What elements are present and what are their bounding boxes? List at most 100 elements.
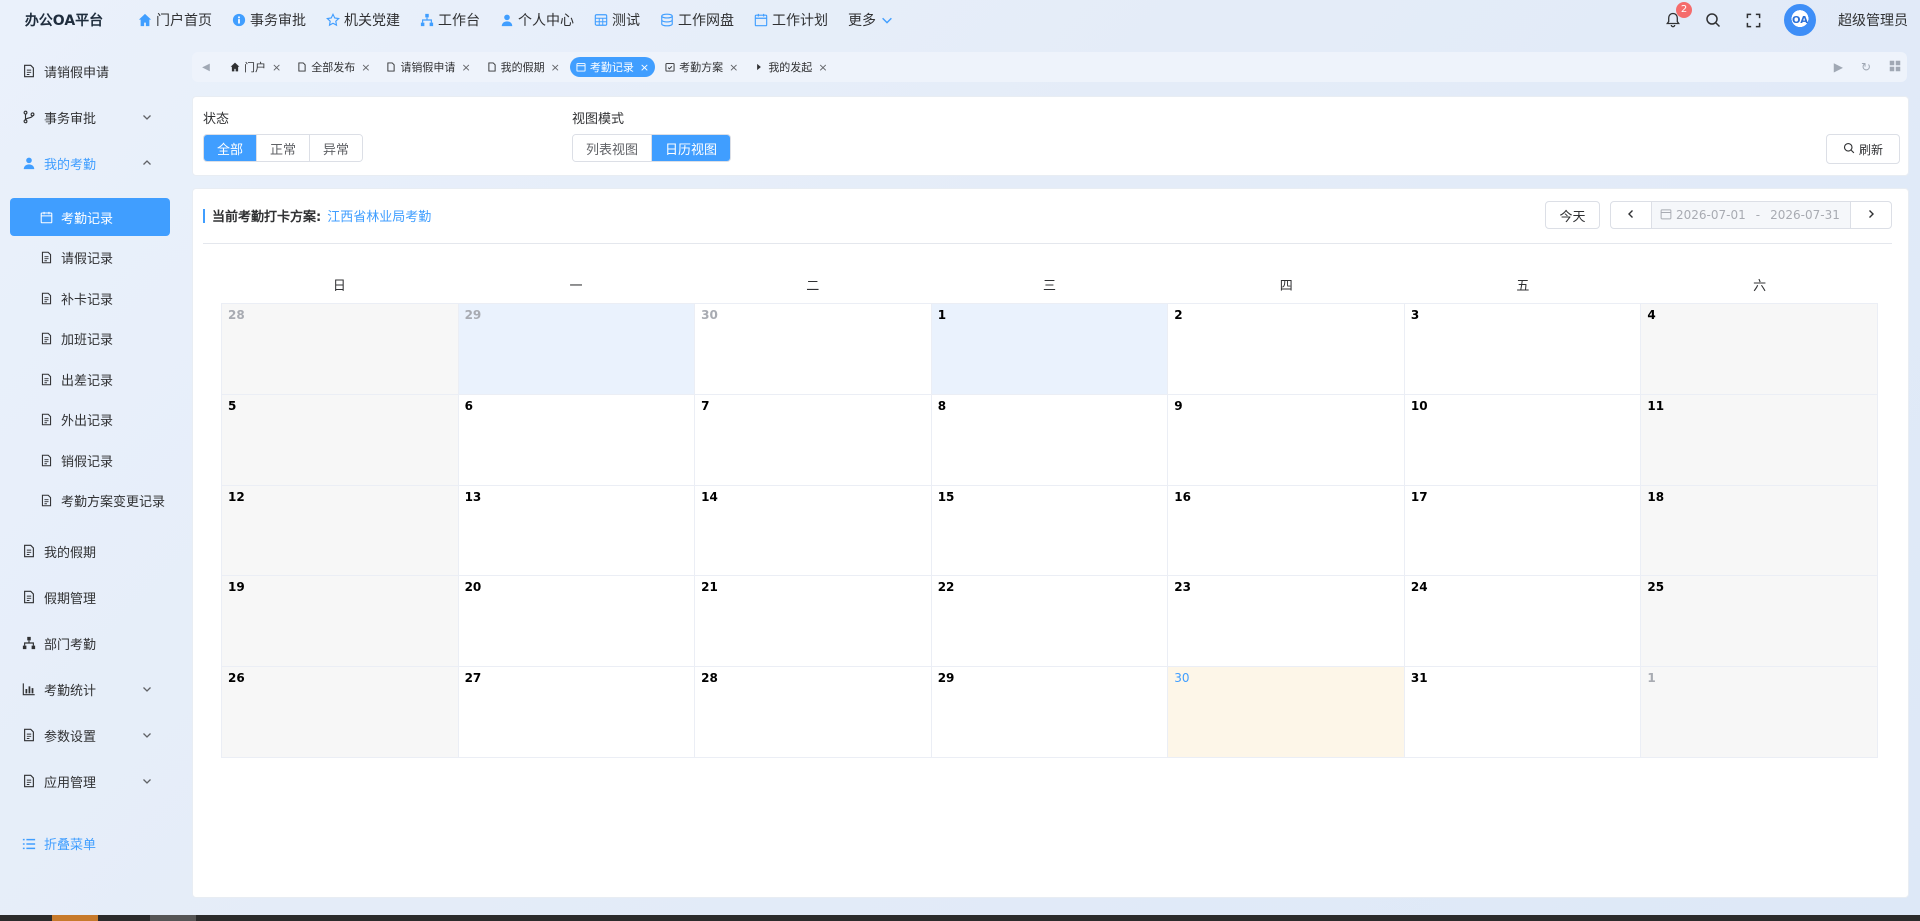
- topnav-more[interactable]: 更多: [838, 0, 904, 40]
- calendar-day[interactable]: 14: [695, 485, 932, 577]
- calendar-day[interactable]: 28: [695, 667, 932, 758]
- scheme-value[interactable]: 江西省林业局考勤: [327, 206, 431, 225]
- topnav-party-building[interactable]: 机关党建: [316, 0, 410, 40]
- tab-portal[interactable]: 门户 ×: [224, 57, 287, 77]
- calendar-day[interactable]: 31: [1404, 667, 1642, 758]
- tab-scroll-left-icon[interactable]: ◀: [192, 52, 220, 82]
- status-normal-button[interactable]: 正常: [257, 135, 311, 161]
- list-view-button[interactable]: 列表视图: [573, 135, 653, 161]
- sidebar-item-attendance-stats[interactable]: 考勤统计: [0, 669, 180, 709]
- calendar-day-today[interactable]: 30: [1168, 667, 1405, 758]
- close-icon[interactable]: ×: [551, 61, 560, 74]
- calendar-day[interactable]: 23: [1168, 576, 1405, 668]
- tab-all-publish[interactable]: 全部发布 ×: [291, 57, 376, 77]
- calendar-day[interactable]: 22: [931, 576, 1169, 668]
- close-icon[interactable]: ×: [272, 61, 281, 74]
- calendar-day[interactable]: 13: [458, 485, 696, 577]
- sidebar-subitem-scheme-change-records[interactable]: 考勤方案变更记录: [10, 481, 170, 519]
- next-month-button[interactable]: [1850, 201, 1892, 229]
- calendar-day[interactable]: 1: [931, 304, 1169, 395]
- sidebar-subitem-business-trip-records[interactable]: 出差记录: [10, 360, 170, 398]
- chevron-down-icon: [142, 683, 152, 693]
- calendar-day[interactable]: 19: [222, 576, 459, 668]
- close-icon[interactable]: ×: [818, 61, 827, 74]
- refresh-tab-icon[interactable]: ↻: [1861, 60, 1871, 74]
- calendar-day[interactable]: 26: [222, 667, 459, 758]
- calendar-day[interactable]: 27: [458, 667, 696, 758]
- calendar-day[interactable]: 29: [458, 304, 696, 395]
- avatar[interactable]: OA: [1784, 4, 1816, 36]
- calendar-day[interactable]: 30: [695, 304, 932, 395]
- topnav-cloud-drive[interactable]: 工作网盘: [650, 0, 744, 40]
- calendar-day[interactable]: 6: [458, 394, 696, 486]
- topnav-personal-center[interactable]: 个人中心: [490, 0, 584, 40]
- calendar-day[interactable]: 12: [222, 485, 459, 577]
- calendar-day[interactable]: 18: [1641, 485, 1878, 577]
- calendar-view-button[interactable]: 日历视图: [652, 135, 731, 161]
- topnav-test[interactable]: 测试: [584, 0, 650, 40]
- username[interactable]: 超级管理员: [1838, 10, 1908, 30]
- star-icon: [326, 13, 340, 27]
- sidebar-subitem-attendance-records[interactable]: 考勤记录: [10, 198, 170, 236]
- search-icon[interactable]: [1704, 11, 1722, 29]
- sidebar-subitem-label: 销假记录: [61, 454, 114, 470]
- sidebar-subitem-outing-records[interactable]: 外出记录: [10, 400, 170, 438]
- sidebar-item-department-attendance[interactable]: 部门考勤: [0, 623, 180, 663]
- document-icon: [40, 454, 53, 467]
- calendar-day[interactable]: 21: [695, 576, 932, 668]
- tab-scroll-right-icon[interactable]: ▶: [1834, 60, 1843, 74]
- tab-my-initiated[interactable]: 我的发起 ×: [748, 57, 833, 77]
- close-icon[interactable]: ×: [640, 61, 649, 74]
- sidebar-item-my-attendance[interactable]: 我的考勤: [0, 143, 180, 183]
- sidebar-item-my-holidays[interactable]: 我的假期: [0, 531, 180, 571]
- calendar-day[interactable]: 20: [458, 576, 696, 668]
- calendar-day[interactable]: 9: [1168, 394, 1405, 486]
- sidebar-item-app-management[interactable]: 应用管理: [0, 761, 180, 801]
- status-abnormal-button[interactable]: 异常: [310, 135, 363, 161]
- close-icon[interactable]: ×: [361, 61, 370, 74]
- calendar-day[interactable]: 8: [931, 394, 1169, 486]
- bell-icon[interactable]: 2: [1664, 2, 1692, 29]
- sidebar-item-holiday-management[interactable]: 假期管理: [0, 577, 180, 617]
- sidebar-subitem-leave-records[interactable]: 请假记录: [10, 238, 170, 276]
- calendar-day[interactable]: 4: [1641, 304, 1878, 395]
- calendar-day[interactable]: 25: [1641, 576, 1878, 668]
- calendar-day[interactable]: 11: [1641, 394, 1878, 486]
- sidebar-item-approval[interactable]: 事务审批: [0, 97, 180, 137]
- sidebar-subitem-overtime-records[interactable]: 加班记录: [10, 319, 170, 357]
- calendar-day[interactable]: 7: [695, 394, 932, 486]
- tab-attendance-records[interactable]: 考勤记录 ×: [569, 57, 656, 77]
- fullscreen-icon[interactable]: [1744, 11, 1762, 29]
- calendar-day[interactable]: 28: [222, 304, 459, 395]
- calendar-day[interactable]: 24: [1404, 576, 1642, 668]
- topnav-work-plan[interactable]: 工作计划: [744, 0, 838, 40]
- topnav-approval[interactable]: 事务审批: [222, 0, 316, 40]
- calendar-day[interactable]: 29: [931, 667, 1169, 758]
- date-range-picker[interactable]: 2026-07-01 - 2026-07-31: [1652, 201, 1850, 229]
- today-button[interactable]: 今天: [1545, 201, 1600, 229]
- calendar-day[interactable]: 2: [1168, 304, 1405, 395]
- calendar-day[interactable]: 16: [1168, 485, 1405, 577]
- sidebar-subitem-leave-cancel-records[interactable]: 销假记录: [10, 441, 170, 479]
- refresh-button[interactable]: 刷新: [1826, 134, 1900, 164]
- topnav-workbench[interactable]: 工作台: [410, 0, 490, 40]
- calendar-day[interactable]: 3: [1404, 304, 1642, 395]
- tab-my-holidays[interactable]: 我的假期 ×: [481, 57, 566, 77]
- collapse-menu-button[interactable]: 折叠菜单: [22, 834, 96, 853]
- topnav-portal-home[interactable]: 门户首页: [128, 0, 222, 40]
- calendar-day[interactable]: 15: [931, 485, 1169, 577]
- tab-leave-application[interactable]: 请销假申请 ×: [380, 57, 476, 77]
- sidebar-subitem-makeup-records[interactable]: 补卡记录: [10, 279, 170, 317]
- tab-menu-grid-icon[interactable]: [1889, 60, 1901, 75]
- sidebar-item-parameter-settings[interactable]: 参数设置: [0, 715, 180, 755]
- calendar-day[interactable]: 1: [1641, 667, 1878, 758]
- close-icon[interactable]: ×: [729, 61, 738, 74]
- calendar-day[interactable]: 10: [1404, 394, 1642, 486]
- close-icon[interactable]: ×: [461, 61, 470, 74]
- tab-attendance-scheme[interactable]: 考勤方案 ×: [659, 57, 744, 77]
- sidebar-item-leave-application[interactable]: 请销假申请: [0, 51, 180, 91]
- calendar-day[interactable]: 17: [1404, 485, 1642, 577]
- calendar-day[interactable]: 5: [222, 394, 459, 486]
- prev-month-button[interactable]: [1610, 201, 1652, 229]
- status-all-button[interactable]: 全部: [204, 135, 258, 161]
